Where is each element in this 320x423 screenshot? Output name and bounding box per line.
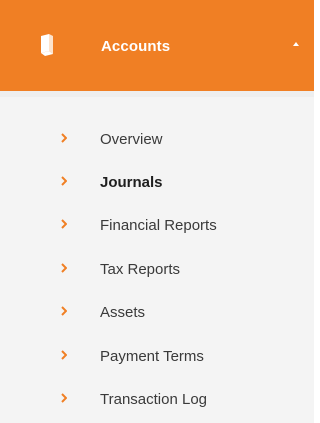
menu-item-financial-reports[interactable]: Financial Reports [0,209,314,243]
chevron-right-icon [61,133,67,143]
accounts-submenu: Overview Journals Financial Reports Tax … [0,97,314,423]
book-icon [41,34,53,56]
menu-item-label: Financial Reports [100,217,217,234]
menu-item-label: Tax Reports [100,261,181,278]
chevron-right-icon [61,306,67,316]
chevron-right-icon [61,393,67,403]
menu-item-label-active: Journals [100,174,163,191]
caret-up-icon[interactable] [293,42,299,46]
menu-item-tax-reports[interactable]: Tax Reports [0,253,314,287]
menu-item-label: Assets [100,304,146,321]
menu-item-transaction-log[interactable]: Transaction Log [0,383,314,417]
chevron-right-icon [61,176,67,186]
chevron-right-icon [61,263,67,273]
menu-item-label: Transaction Log [100,391,208,408]
menu-item-label: Overview [100,131,163,148]
chevron-right-icon [61,350,67,360]
chevron-right-icon [61,219,67,229]
accounts-menu-title: Accounts [101,38,171,55]
menu-item-payment-terms[interactable]: Payment Terms [0,340,314,374]
menu-item-assets[interactable]: Assets [0,296,314,330]
menu-item-label: Payment Terms [100,348,204,365]
menu-item-journals[interactable]: Journals [0,166,314,200]
accounts-menu-header[interactable]: Accounts [0,0,314,91]
accounts-sidebar: Accounts Overview Journals Financial Rep… [0,0,314,423]
menu-item-overview[interactable]: Overview [0,123,314,157]
